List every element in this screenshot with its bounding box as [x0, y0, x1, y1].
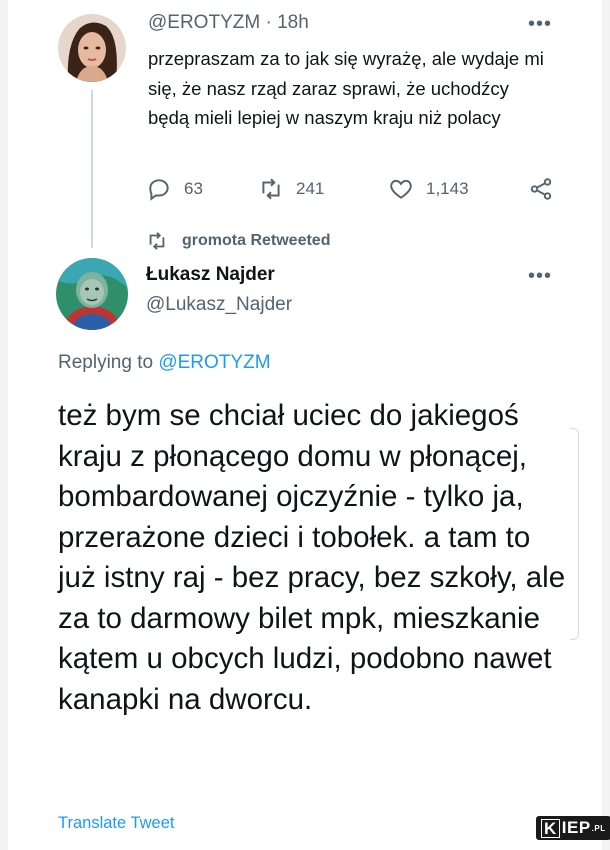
tweet2-text: też bym se chciał uciec do jakiegoś kraj…	[58, 399, 566, 716]
reply-button[interactable]: 63	[146, 176, 203, 202]
right-page-edge	[602, 0, 610, 850]
share-icon	[530, 178, 552, 200]
tweet1-time[interactable]: 18h	[277, 12, 309, 33]
retweet-button[interactable]: 241	[258, 176, 324, 202]
tweet1-text: przepraszam za to jak się wyrażę, ale wy…	[148, 48, 544, 128]
reply-count: 63	[184, 179, 203, 198]
retweet-icon	[262, 178, 280, 200]
watermark-text: IEP	[561, 818, 591, 837]
tweet2-author-handle[interactable]: @Lukasz_Najder	[146, 294, 292, 316]
translate-tweet-link[interactable]: Translate Tweet	[58, 814, 174, 833]
retweet-icon	[149, 232, 165, 250]
replying-prefix: Replying to	[58, 352, 154, 373]
tweet1-handle[interactable]: @EROTYZM	[148, 12, 260, 33]
more-icon[interactable]: •••	[528, 14, 552, 34]
retweeted-label: gromota Retweeted	[182, 232, 331, 249]
retweeted-notice[interactable]: gromota Retweeted	[146, 230, 330, 252]
avatar-erotyzm[interactable]	[58, 14, 126, 82]
scrollbar[interactable]	[570, 428, 579, 640]
share-button[interactable]	[528, 176, 566, 202]
heart-icon	[390, 179, 412, 199]
watermark-k: K	[541, 818, 560, 838]
tweet1-separator: ·	[265, 12, 272, 33]
like-button[interactable]: 1,143	[388, 176, 469, 202]
tweet1-actions: 63 241 1,143	[0, 174, 610, 206]
avatar-lukasz-najder[interactable]	[56, 258, 128, 330]
reply-icon	[149, 179, 169, 201]
left-page-edge	[0, 0, 8, 850]
thread-line	[91, 90, 93, 248]
retweet-count: 241	[296, 179, 325, 198]
watermark-suffix: .PL	[591, 823, 606, 833]
replying-to: Replying to @EROTYZM	[58, 352, 271, 374]
kiep-watermark-logo: K IEP .PL	[536, 816, 610, 840]
tweet2-author-name[interactable]: Łukasz Najder	[146, 264, 275, 286]
like-count: 1,143	[426, 179, 469, 198]
replying-mention-link[interactable]: @EROTYZM	[158, 352, 270, 373]
tweet1-header: @EROTYZM · 18h	[148, 12, 309, 34]
more-icon[interactable]: •••	[528, 266, 552, 286]
